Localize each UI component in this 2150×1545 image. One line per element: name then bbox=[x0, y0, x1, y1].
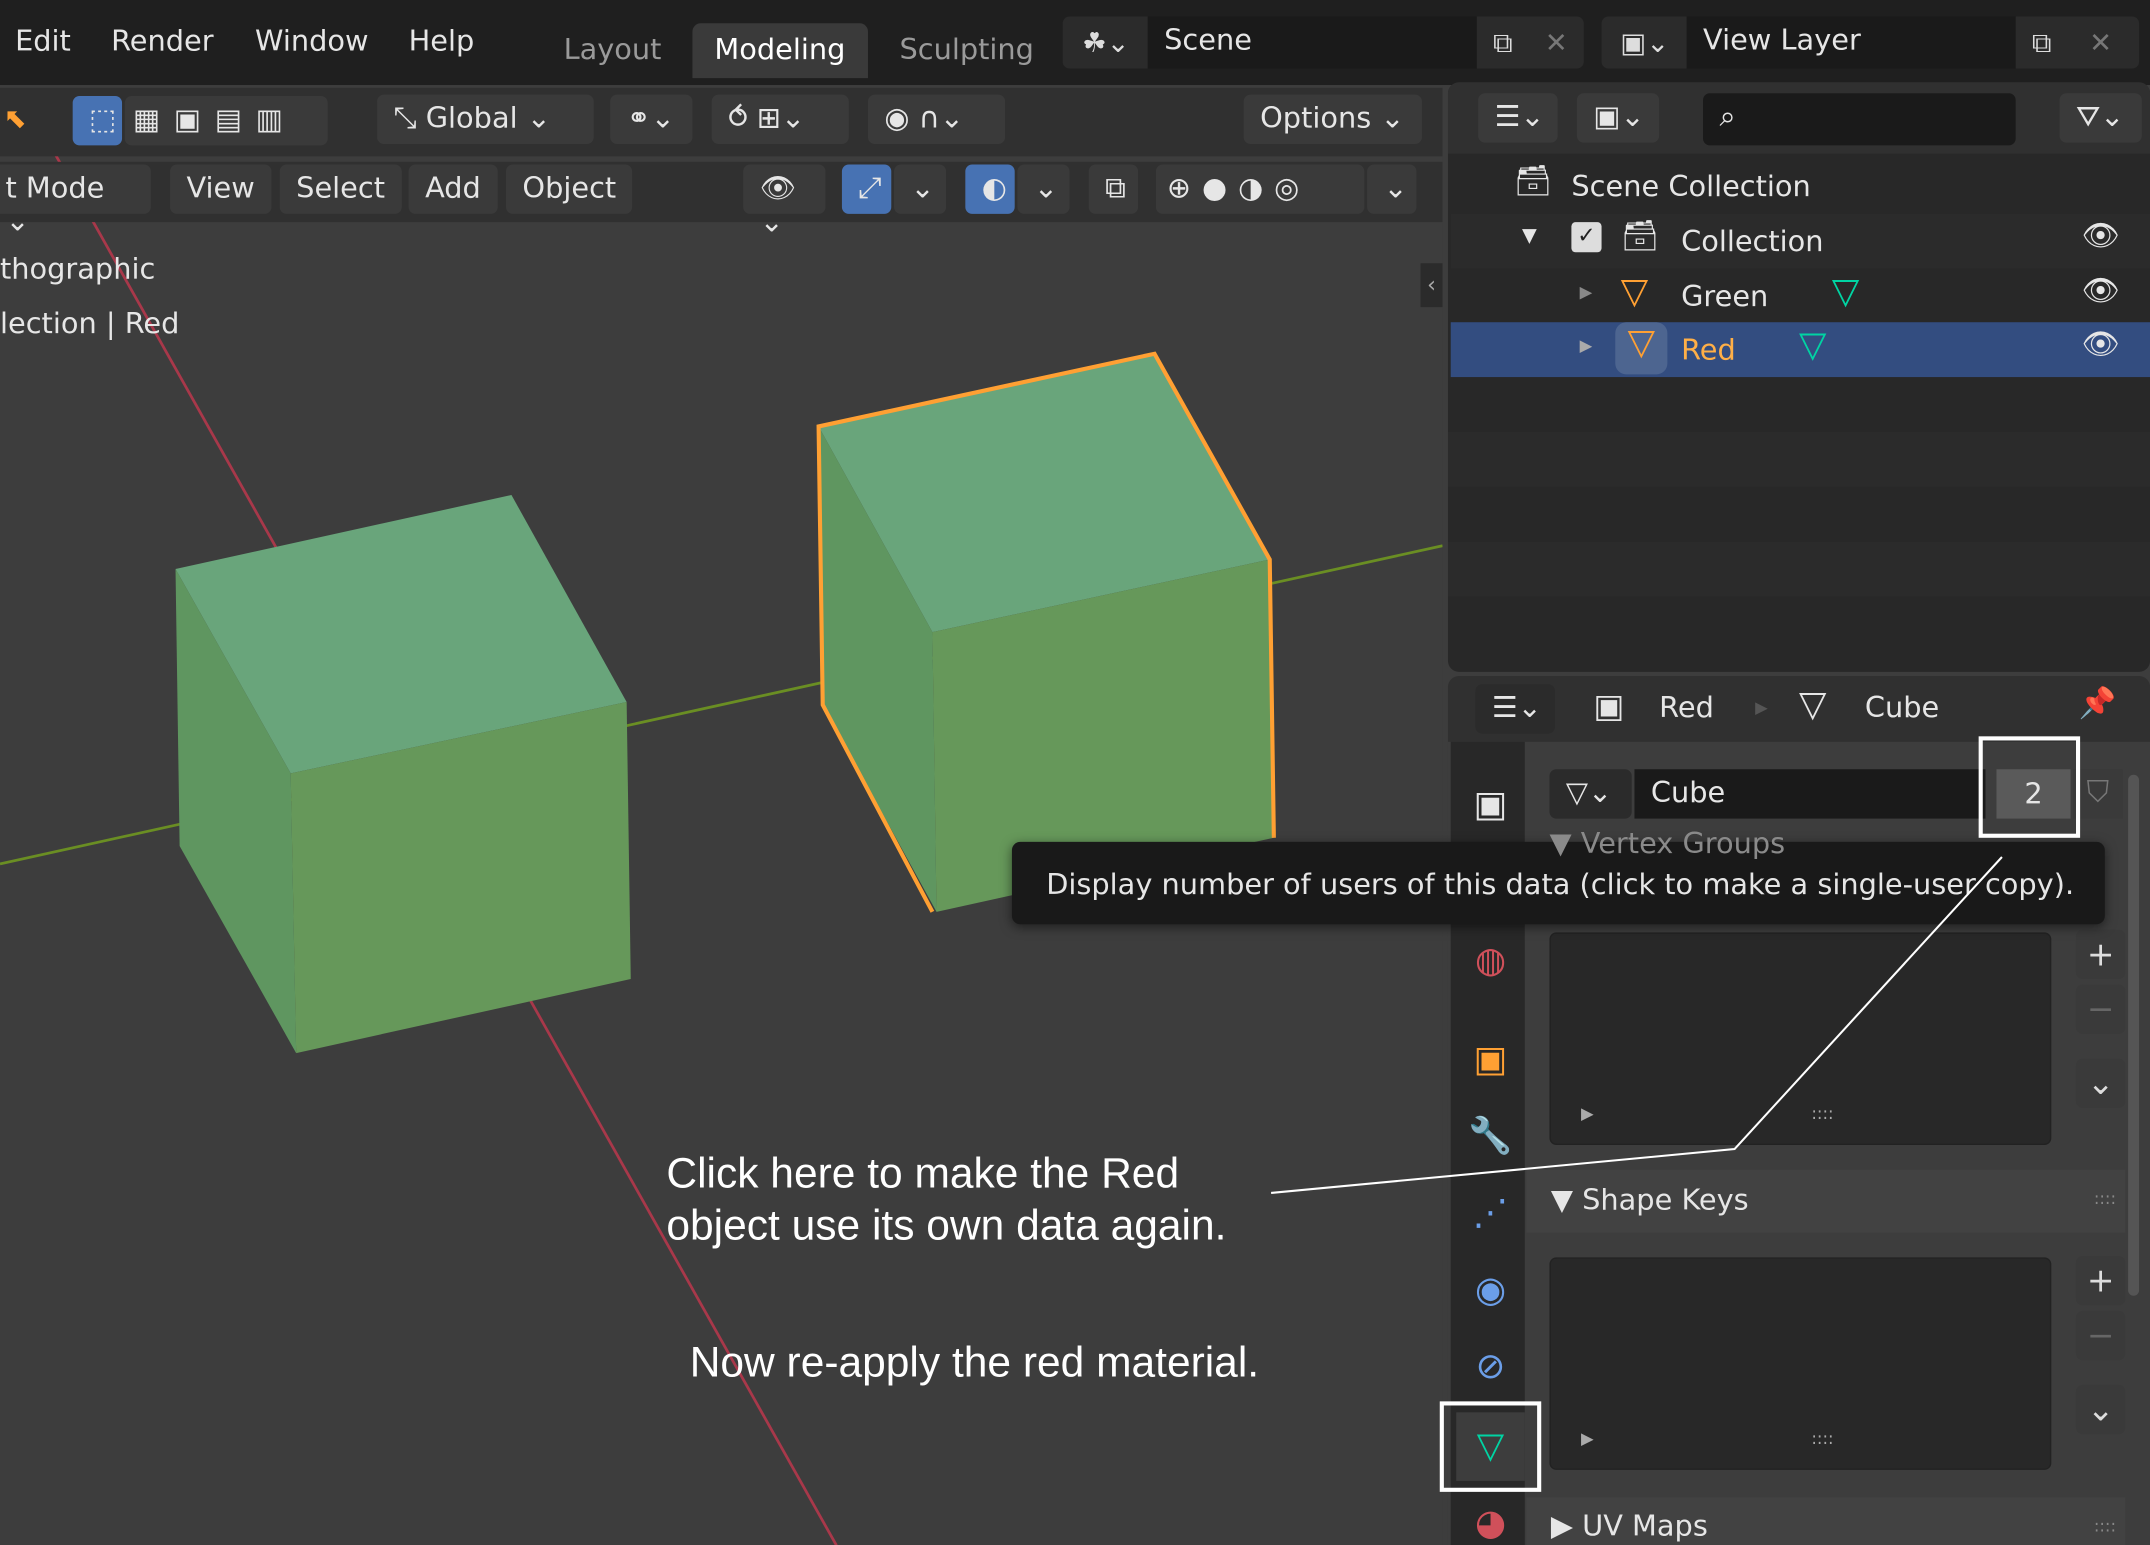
callout-line bbox=[1271, 856, 2003, 1194]
panel-title: Vertex Groups bbox=[1580, 826, 1786, 860]
highlight-box-users bbox=[1978, 736, 2081, 838]
annotation-line-1: Click here to make the Red bbox=[666, 1149, 1180, 1198]
annotation-line-3: Now re-apply the red material. bbox=[689, 1338, 1260, 1387]
annotation-line-2: object use its own data again. bbox=[666, 1201, 1227, 1250]
panel-vertex-groups[interactable]: ▼ Vertex Groups bbox=[1549, 827, 1785, 860]
highlight-box-data-tab bbox=[1439, 1401, 1542, 1492]
annotation-lines bbox=[1271, 856, 2003, 1194]
blender-window: Edit Render Window Help Layout Modeling … bbox=[0, 0, 2150, 1545]
